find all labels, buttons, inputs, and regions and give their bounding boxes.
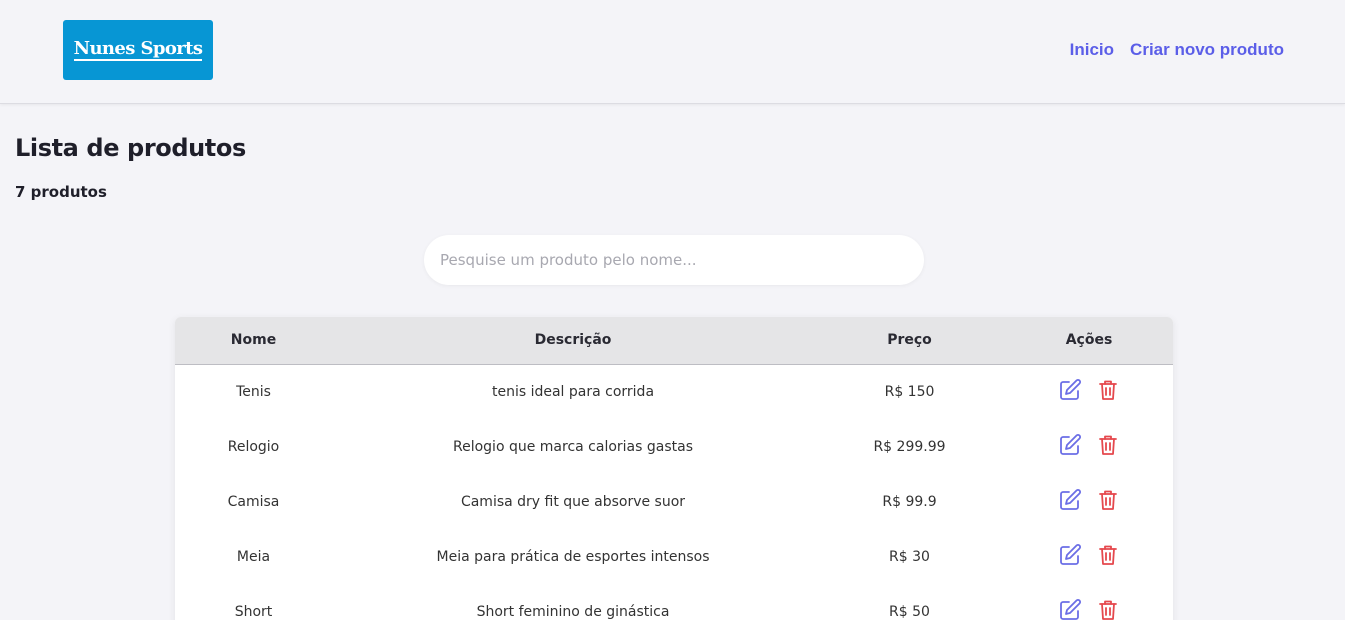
cell-price: R$ 99.9 — [882, 493, 937, 510]
brand-logo-text: Nunes Sports — [73, 37, 203, 61]
search-input[interactable] — [424, 235, 924, 285]
cell-name: Tenis — [236, 383, 271, 400]
page-title: Lista de produtos — [15, 134, 246, 162]
cell-actions — [1005, 364, 1173, 419]
cell-actions — [1005, 529, 1173, 584]
brand-logo[interactable]: Nunes Sports — [63, 20, 213, 80]
cell-price: R$ 30 — [889, 548, 930, 565]
table-row: Relogio Relogio que marca calorias gastas… — [175, 419, 1173, 474]
trash-icon[interactable] — [1096, 543, 1120, 567]
column-header-descricao[interactable]: Descrição — [332, 317, 814, 364]
cell-actions — [1005, 474, 1173, 529]
edit-icon[interactable] — [1058, 598, 1082, 620]
products-table: Nome Descrição Preço Ações Tenis tenis id… — [175, 317, 1173, 620]
table-row: Camisa Camisa dry fit que absorve suor R$ … — [175, 474, 1173, 529]
product-count: 7 produtos — [15, 183, 107, 201]
cell-description: Short feminino de ginástica — [476, 603, 670, 620]
table-row: Tenis tenis ideal para corrida R$ 150 — [175, 364, 1173, 419]
nav-link-inicio[interactable]: Inicio — [1070, 40, 1114, 60]
table-row: Meia Meia para prática de esportes intens… — [175, 529, 1173, 584]
cell-description: Camisa dry fit que absorve suor — [460, 493, 686, 510]
top-header: Nunes Sports Inicio Criar novo produto — [0, 0, 1345, 104]
cell-description: tenis ideal para corrida — [491, 383, 655, 400]
nav-link-criar-produto[interactable]: Criar novo produto — [1130, 40, 1284, 60]
column-header-acoes: Ações — [1065, 332, 1113, 349]
trash-icon[interactable] — [1096, 488, 1120, 512]
cell-price: R$ 50 — [889, 603, 930, 620]
cell-name: Short — [234, 603, 273, 620]
edit-icon[interactable] — [1058, 543, 1082, 567]
edit-icon[interactable] — [1058, 378, 1082, 402]
cell-actions — [1005, 584, 1173, 620]
cell-description: Relogio que marca calorias gastas — [453, 438, 693, 455]
table-header-row: Nome Descrição Preço Ações — [175, 317, 1173, 364]
trash-icon[interactable] — [1096, 433, 1120, 457]
cell-description: Meia para prática de esportes intensos — [436, 548, 710, 565]
column-header-preco[interactable]: Preço — [814, 317, 1005, 364]
cell-name: Relogio — [227, 438, 280, 455]
cell-price: R$ 299.99 — [873, 438, 946, 455]
trash-icon[interactable] — [1096, 598, 1120, 620]
cell-actions — [1005, 419, 1173, 474]
cell-name: Camisa — [227, 493, 280, 510]
table-body: Tenis tenis ideal para corrida R$ 150 Relog… — [175, 364, 1173, 620]
column-header-nome[interactable]: Nome — [175, 317, 332, 364]
table-row: Short Short feminino de ginástica R$ 50 — [175, 584, 1173, 620]
trash-icon[interactable] — [1096, 378, 1120, 402]
edit-icon[interactable] — [1058, 433, 1082, 457]
cell-price: R$ 150 — [884, 383, 935, 400]
top-nav: Inicio Criar novo produto — [1070, 40, 1284, 60]
cell-name: Meia — [236, 548, 271, 565]
edit-icon[interactable] — [1058, 488, 1082, 512]
